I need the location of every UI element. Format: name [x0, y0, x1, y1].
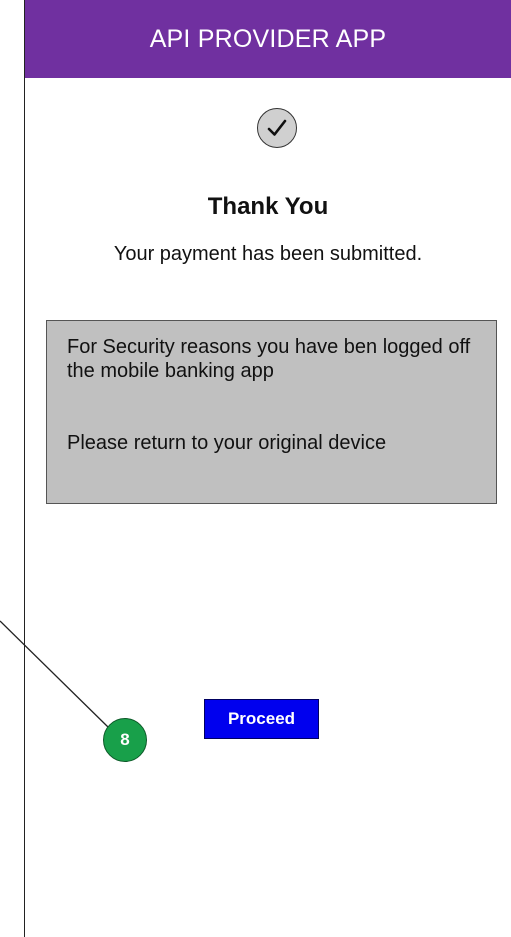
page-canvas: API PROVIDER APP Thank You Your payment …: [0, 0, 511, 937]
callout-badge: 8: [103, 718, 147, 762]
callout-connector-line: [0, 620, 109, 728]
proceed-button[interactable]: Proceed: [204, 699, 319, 739]
